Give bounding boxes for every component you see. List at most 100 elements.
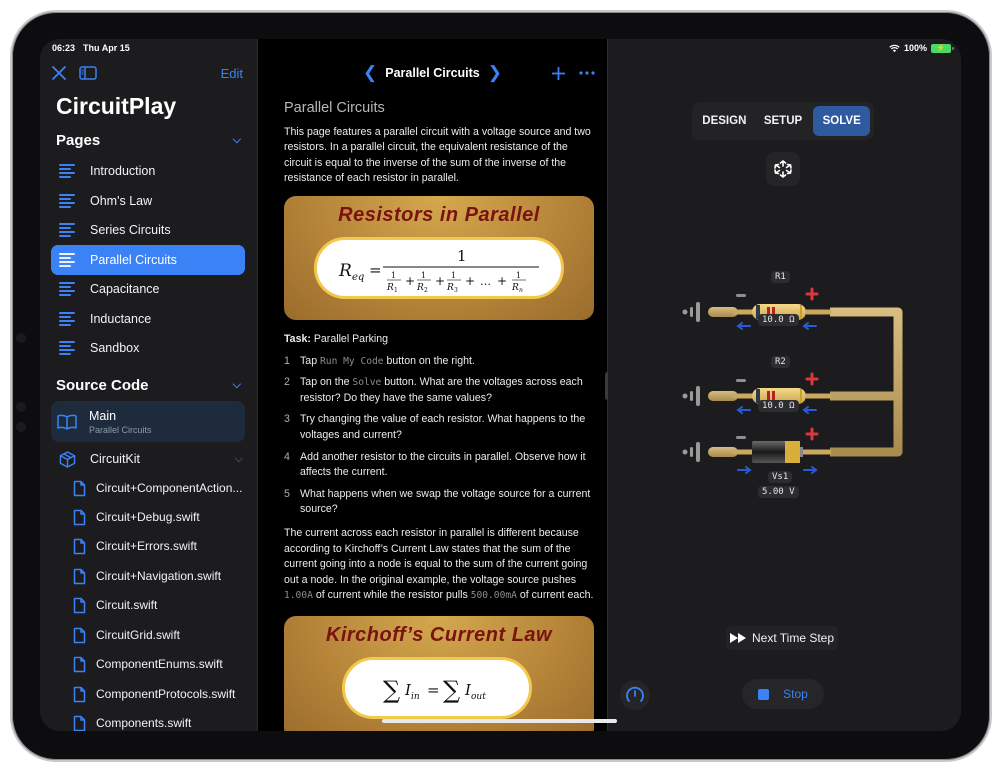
sidebar-item-label: Sandbox	[90, 341, 140, 355]
next-page-button[interactable]: ❯	[488, 63, 502, 83]
file-item[interactable]: Circuit+ComponentAction...	[73, 475, 242, 501]
document-nav-bar: ❮ Parallel Circuits ❯	[258, 63, 607, 83]
close-button[interactable]	[52, 66, 66, 80]
circuit-simulator-pane: DESIGN SETUP SOLVE R1 10.0 Ω R2 10.0 Ω V…	[608, 39, 961, 731]
svg-text:1: 1	[451, 271, 456, 280]
chevron-down-icon[interactable]: ⌵	[233, 379, 241, 392]
document-icon	[73, 627, 86, 643]
view-3d-button[interactable]	[766, 152, 800, 186]
previous-page-button[interactable]: ❮	[363, 63, 377, 83]
svg-text:out: out	[471, 692, 486, 702]
stop-icon	[758, 688, 770, 700]
current-arrow	[736, 322, 751, 330]
source-code-section-header[interactable]: Source Code ⌵	[56, 377, 241, 394]
plus-sign	[805, 427, 819, 441]
sidebar-item-main[interactable]: Main Parallel Circuits	[51, 401, 245, 442]
chevron-down-icon[interactable]: ⌵	[235, 453, 243, 466]
page-lines-icon	[59, 194, 75, 208]
svg-text:1: 1	[394, 287, 398, 294]
sidebar-item-label: Ohm's Law	[90, 194, 153, 208]
current-arrow	[802, 406, 817, 414]
page-lines-icon	[59, 341, 75, 355]
svg-text:R: R	[416, 283, 424, 293]
page-lines-icon	[59, 282, 75, 296]
sidebar-item-parallel-circuits[interactable]: Parallel Circuits	[51, 245, 245, 275]
component-value-label: 5.00 V	[758, 486, 799, 498]
svg-text:3: 3	[454, 287, 458, 294]
svg-text:2: 2	[424, 287, 428, 294]
plus-sign	[805, 372, 819, 386]
resistors-in-parallel-figure: Resistors in Parallel R eq = 1 1R1 + 1R2…	[284, 195, 594, 320]
svg-text:R: R	[511, 283, 519, 293]
file-item[interactable]: ComponentEnums.swift	[73, 651, 223, 677]
svg-text:+: +	[405, 274, 415, 288]
sidebar-item-sandbox[interactable]: Sandbox	[51, 333, 245, 363]
figure-title: Kirchoff’s Current Law	[325, 623, 553, 646]
sidebar-item-label: Introduction	[90, 164, 156, 178]
kirchoffs-law-figure: Kirchoff’s Current Law ∑ I in = ∑ I out	[284, 615, 594, 731]
page-lines-icon	[59, 253, 75, 267]
wire-bus	[830, 307, 903, 457]
stop-button[interactable]: Stop	[742, 679, 824, 709]
mode-design-button[interactable]: DESIGN	[696, 106, 753, 136]
sidebar-item-circuitkit[interactable]: CircuitKit ⌵	[51, 444, 245, 474]
ground-icon	[682, 386, 700, 406]
status-bar: 06:23 Thu Apr 15 100% ⚡	[40, 39, 961, 57]
formula-graphic: ∑ I in = ∑ I out	[383, 676, 486, 704]
sidebar-item-label: Parallel Circuits	[90, 253, 177, 267]
sidebar-item-inductance[interactable]: Inductance	[51, 304, 245, 334]
task-name: Parallel Parking	[313, 332, 389, 345]
file-item[interactable]: Circuit+Navigation.swift	[73, 563, 221, 589]
document-body: Parallel Circuits This page features a p…	[284, 100, 596, 731]
current-arrow	[802, 322, 817, 330]
home-indicator[interactable]	[382, 719, 617, 723]
page-lines-icon	[59, 223, 75, 237]
svg-text:∑: ∑	[383, 676, 400, 704]
mode-solve-button[interactable]: SOLVE	[813, 106, 871, 136]
edit-button[interactable]: Edit	[221, 66, 243, 81]
svg-text:R: R	[386, 283, 394, 293]
more-options-button[interactable]	[579, 71, 595, 75]
svg-text:+: +	[435, 274, 445, 288]
pages-section-header[interactable]: Pages ⌵	[56, 132, 241, 149]
minus-sign	[736, 379, 746, 382]
book-icon	[57, 414, 77, 430]
chevron-down-icon[interactable]: ⌵	[233, 134, 241, 147]
sidebar-icon	[79, 66, 97, 80]
component-name-label: R2	[771, 356, 790, 368]
circuit-canvas[interactable]	[678, 264, 918, 504]
toggle-sidebar-button[interactable]	[79, 66, 97, 80]
file-name: Circuit+Debug.swift	[96, 510, 200, 524]
file-item[interactable]: ComponentProtocols.swift	[73, 681, 235, 707]
document-nav-title: Parallel Circuits	[385, 66, 480, 80]
sidebar-item-capacitance[interactable]: Capacitance	[51, 274, 245, 304]
sidebar-item-series-circuits[interactable]: Series Circuits	[51, 215, 245, 245]
file-item[interactable]: Circuit+Errors.swift	[73, 533, 197, 559]
task-line: Task: Parallel Parking	[284, 332, 596, 348]
sidebar-item-introduction[interactable]: Introduction	[51, 156, 245, 186]
step-item: 3 Try changing the value of each resisto…	[284, 413, 586, 441]
next-time-step-button[interactable]: Next Time Step	[726, 626, 838, 650]
device-sensor	[16, 402, 26, 412]
file-item[interactable]: Circuit.swift	[73, 592, 157, 618]
stop-label: Stop	[783, 687, 808, 701]
sidebar-item-label: Series Circuits	[90, 223, 171, 237]
speed-gauge-button[interactable]	[620, 680, 650, 710]
svg-text:+: +	[465, 274, 475, 288]
add-button[interactable]	[552, 66, 565, 80]
file-item[interactable]: Components.swift	[73, 710, 191, 731]
component-name-label: R1	[771, 271, 790, 283]
minus-sign	[736, 294, 746, 297]
sidebar-item-ohms-law[interactable]: Ohm's Law	[51, 186, 245, 216]
svg-text:+: +	[497, 274, 507, 288]
gauge-icon	[626, 686, 644, 702]
app-title: CircuitPlay	[56, 93, 177, 119]
file-name: Components.swift	[96, 716, 192, 730]
mode-setup-button[interactable]: SETUP	[755, 106, 812, 136]
inline-code: 500.00mA	[470, 590, 517, 602]
file-name: ComponentEnums.swift	[96, 657, 223, 671]
file-item[interactable]: Circuit+Debug.swift	[73, 504, 200, 530]
ground-icon	[682, 302, 700, 322]
inline-code: Run My Code	[320, 355, 384, 367]
file-item[interactable]: CircuitGrid.swift	[73, 622, 180, 648]
